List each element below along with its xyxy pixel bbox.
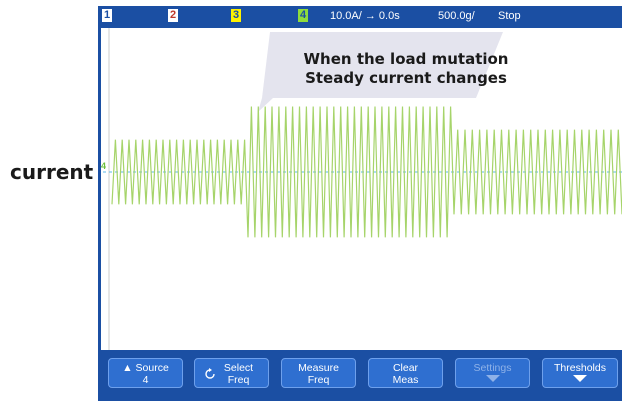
arrow-down-icon xyxy=(573,375,587,382)
channel-3-indicator[interactable]: 3 xyxy=(231,9,242,22)
callout-line-2: Steady current changes xyxy=(305,69,507,87)
thresholds-label: Thresholds xyxy=(554,362,606,374)
callout-text: When the load mutation Steady current ch… xyxy=(256,50,556,88)
clear-meas-label-2: Meas xyxy=(392,374,419,386)
settings-label: Settings xyxy=(473,362,512,374)
status-bar: 1 2 3 4 10.0A/ → 0.0s 500.0g/ Stop xyxy=(98,6,622,28)
select-freq-softkey[interactable]: Select Freq xyxy=(194,358,269,388)
softkey-bar: ▲ Source 4 Select Freq Measure Freq Clea… xyxy=(98,350,622,401)
run-state[interactable]: Stop xyxy=(498,10,521,22)
arrow-down-icon xyxy=(485,375,500,382)
trigger-readout: 10.0A/ → 0.0s xyxy=(330,10,400,22)
measure-freq-label-1: Measure xyxy=(298,362,339,374)
thresholds-softkey[interactable]: Thresholds xyxy=(542,358,618,388)
cycle-icon xyxy=(205,368,215,379)
channel-1-indicator[interactable]: 1 xyxy=(102,9,113,22)
callout-line-1: When the load mutation xyxy=(303,50,509,68)
channel-4-marker: 4 xyxy=(101,161,106,171)
oscilloscope-screen: 1 2 3 4 10.0A/ → 0.0s 500.0g/ Stop 4 Whe… xyxy=(98,6,622,401)
channel-2-indicator[interactable]: 2 xyxy=(168,9,179,22)
measure-freq-softkey[interactable]: Measure Freq xyxy=(281,358,356,388)
timebase-readout: 500.0g/ xyxy=(438,10,475,22)
source-softkey-value: 4 xyxy=(142,374,149,386)
source-softkey-label: ▲ Source xyxy=(122,362,169,374)
side-label-current: current xyxy=(10,160,94,184)
settings-softkey[interactable]: Settings xyxy=(455,358,530,388)
measure-freq-label-2: Freq xyxy=(307,374,330,386)
clear-meas-softkey[interactable]: Clear Meas xyxy=(368,358,443,388)
channel-4-indicator[interactable]: 4 xyxy=(298,9,309,22)
clear-meas-label-1: Clear xyxy=(392,362,419,374)
current-waveform-trace xyxy=(111,106,622,238)
source-softkey[interactable]: ▲ Source 4 xyxy=(108,358,183,388)
